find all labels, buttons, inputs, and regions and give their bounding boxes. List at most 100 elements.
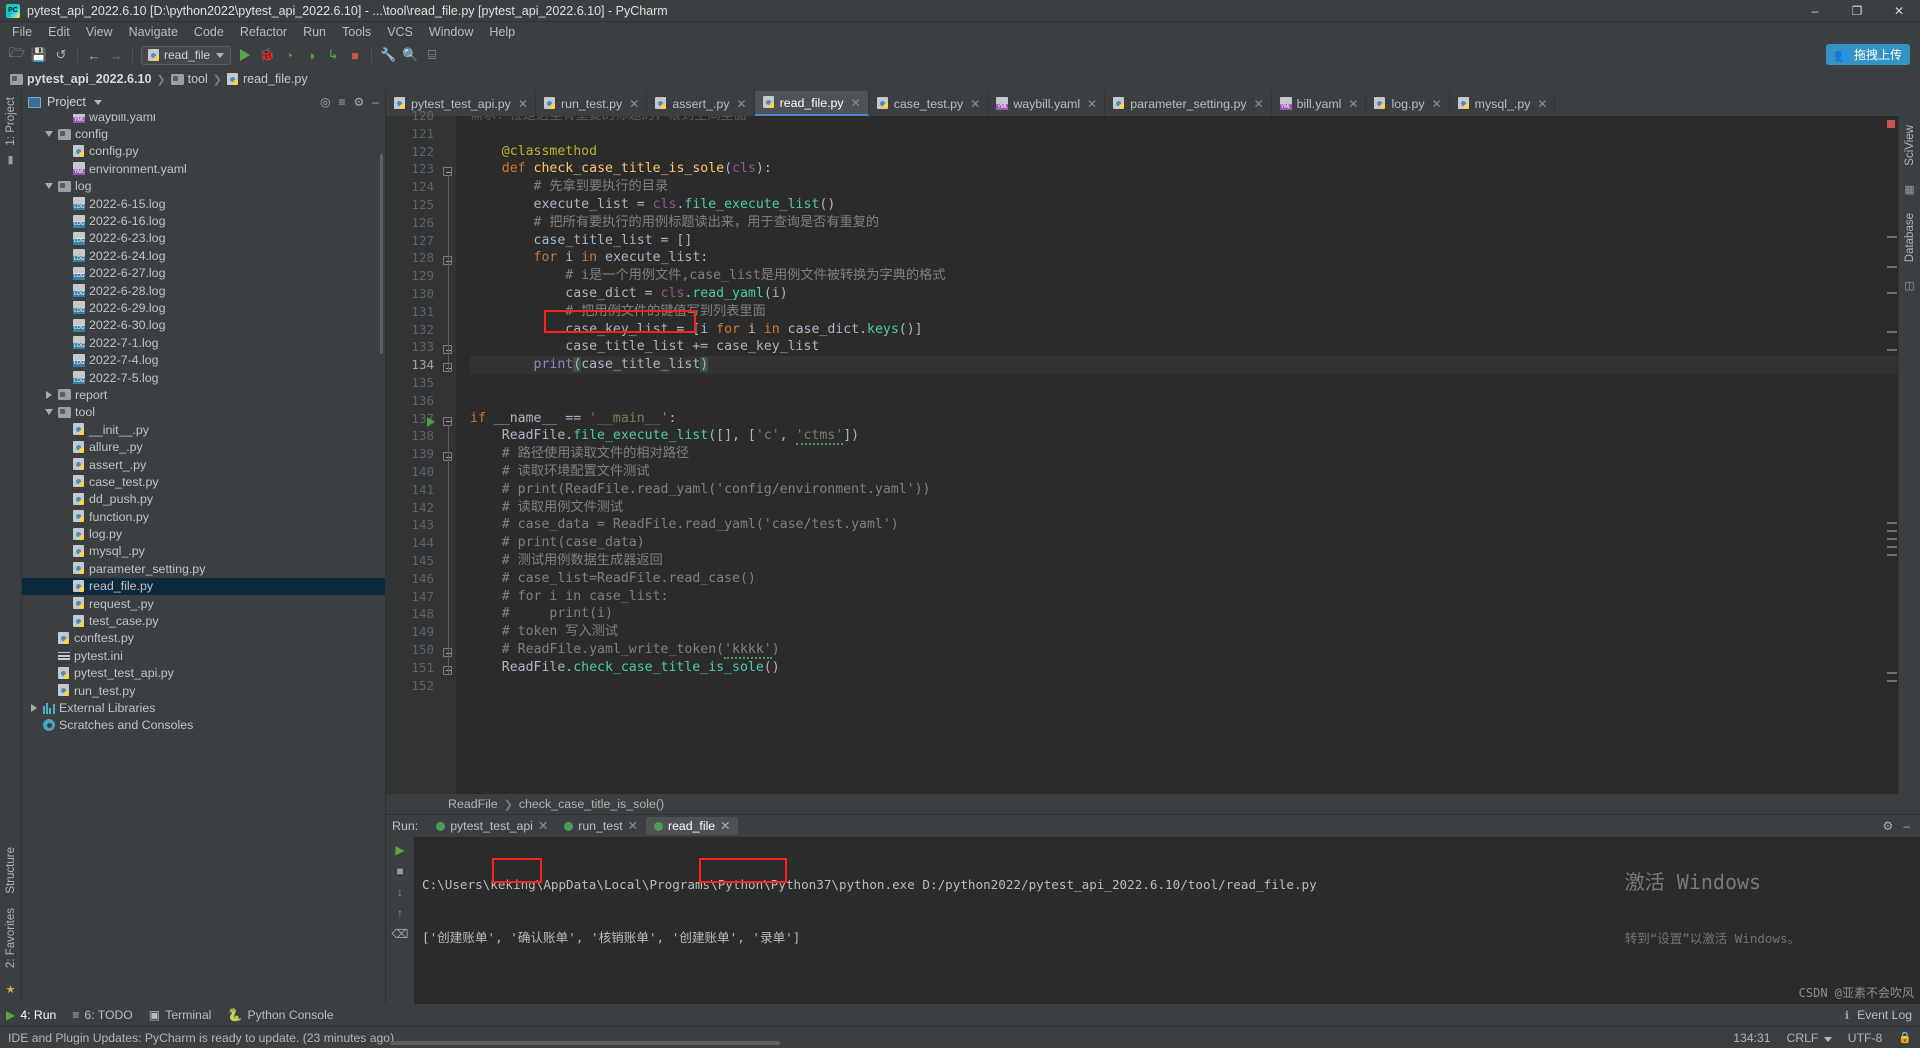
editor-tab[interactable]: assert_.py ✕ <box>647 91 755 116</box>
project-tree[interactable]: YML waybill.yaml config config.py YML environ… <box>22 114 385 1004</box>
minimize-button[interactable]: – <box>1794 0 1836 22</box>
tree-item[interactable]: LOG 2022-7-4.log <box>22 351 385 368</box>
horizontal-scrollbar[interactable] <box>330 1041 1330 1048</box>
inspection-status-badge[interactable] <box>1887 120 1895 128</box>
menu-refactor[interactable]: Refactor <box>232 24 295 40</box>
sciview-icon[interactable]: ▦ <box>1904 183 1914 196</box>
close-icon[interactable]: ✕ <box>1432 97 1442 111</box>
close-button[interactable]: ✕ <box>1878 0 1920 22</box>
close-icon[interactable]: ✕ <box>1348 97 1358 111</box>
tree-item[interactable]: run_test.py <box>22 682 385 699</box>
menu-view[interactable]: View <box>78 24 121 40</box>
tree-item[interactable]: pytest.ini <box>22 647 385 664</box>
tree-item[interactable]: LOG 2022-6-28.log <box>22 282 385 299</box>
tree-item[interactable]: dd_push.py <box>22 491 385 508</box>
run-tab-run-test[interactable]: run_test ✕ <box>556 817 646 835</box>
close-icon[interactable]: ✕ <box>629 97 639 111</box>
tree-item[interactable]: LOG 2022-7-1.log <box>22 334 385 351</box>
menu-run[interactable]: Run <box>295 24 334 40</box>
close-icon[interactable]: ✕ <box>1254 97 1264 111</box>
run-configuration-selector[interactable]: read_file <box>141 45 232 65</box>
debug-icon[interactable]: 🐞 <box>256 44 278 66</box>
collapse-all-icon[interactable]: ≡ <box>339 95 346 109</box>
file-encoding[interactable]: UTF-8 <box>1848 1031 1883 1045</box>
scroll-up-icon[interactable]: ↑ <box>397 906 403 920</box>
tree-item[interactable]: YML environment.yaml <box>22 160 385 177</box>
tree-item[interactable]: mysql_.py <box>22 543 385 560</box>
editor-crumb-class[interactable]: ReadFile <box>448 797 498 811</box>
save-icon[interactable]: 💾 <box>28 44 50 66</box>
tree-item[interactable]: YML waybill.yaml <box>22 114 385 125</box>
menu-file[interactable]: File <box>4 24 40 40</box>
rail-project-button[interactable]: 1: Project <box>5 94 17 149</box>
breadcrumb-tool[interactable]: tool <box>170 72 208 86</box>
run-line-icon[interactable] <box>427 416 435 427</box>
editor-tab[interactable]: log.py ✕ <box>1366 91 1450 116</box>
tree-item[interactable]: LOG 2022-6-23.log <box>22 230 385 247</box>
tree-item[interactable]: LOG 2022-6-15.log <box>22 195 385 212</box>
tree-item[interactable]: LOG 2022-7-5.log <box>22 369 385 386</box>
tree-item[interactable]: LOG 2022-6-29.log <box>22 299 385 316</box>
tree-item[interactable]: tool <box>22 404 385 421</box>
upload-button[interactable]: 👥 拖拽上传 <box>1826 44 1910 65</box>
breadcrumb-file[interactable]: read_file.py <box>226 72 308 86</box>
tree-item[interactable]: __init__.py <box>22 421 385 438</box>
tree-twisty[interactable] <box>43 131 54 138</box>
editor-tab[interactable]: YML waybill.yaml ✕ <box>988 91 1106 116</box>
bottom-tab-python-console[interactable]: 🐍 Python Console <box>227 1008 333 1022</box>
rail-database-button[interactable]: Database <box>1904 210 1916 265</box>
tree-item[interactable]: External Libraries <box>22 699 385 716</box>
close-icon[interactable]: ✕ <box>737 97 747 111</box>
back-icon[interactable]: ← <box>83 44 105 66</box>
code-content[interactable]: 需求：位是这里有重复的标题的，根到空间里面 @classmethod def c… <box>456 116 1898 694</box>
code-folding-column[interactable] <box>427 116 456 794</box>
editor-crumb-method[interactable]: check_case_title_is_sole() <box>519 797 664 811</box>
editor-tab[interactable]: parameter_setting.py ✕ <box>1105 91 1272 116</box>
tree-item[interactable]: LOG 2022-6-27.log <box>22 265 385 282</box>
maximize-button[interactable]: ❐ <box>1836 0 1878 22</box>
menu-edit[interactable]: Edit <box>40 24 78 40</box>
code-scroll-area[interactable]: 需求：位是这里有重复的标题的，根到空间里面 @classmethod def c… <box>456 116 1898 794</box>
tree-twisty[interactable] <box>43 390 54 399</box>
close-icon[interactable]: ✕ <box>851 96 861 110</box>
star-icon[interactable]: ★ <box>6 983 16 996</box>
database-icon[interactable]: ◫ <box>1904 279 1914 292</box>
rerun-program-icon[interactable]: ▶ <box>395 843 404 857</box>
run-console-output[interactable]: C:\Users\keking\AppData\Local\Programs\P… <box>414 837 1920 1004</box>
tree-item[interactable]: case_test.py <box>22 473 385 490</box>
rail-favorites-button[interactable]: 2: Favorites <box>5 905 17 971</box>
sync-icon[interactable]: ↺ <box>50 44 72 66</box>
tree-item[interactable]: parameter_setting.py <box>22 560 385 577</box>
tree-twisty[interactable] <box>43 183 54 190</box>
rail-sciview-button[interactable]: SciView <box>1904 122 1916 169</box>
tree-item[interactable]: conftest.py <box>22 630 385 647</box>
rail-structure-button[interactable]: Structure <box>5 844 17 897</box>
tree-item[interactable]: request_.py <box>22 595 385 612</box>
editor-marker-strip[interactable] <box>1886 116 1898 794</box>
lock-icon[interactable]: 🔒 <box>1898 1031 1912 1044</box>
close-icon[interactable]: ✕ <box>1537 97 1547 111</box>
tree-item[interactable]: report <box>22 386 385 403</box>
bottom-tab-todo[interactable]: ≡ 6: TODO <box>72 1008 132 1022</box>
event-log-label[interactable]: Event Log <box>1857 1008 1912 1022</box>
menu-tools[interactable]: Tools <box>334 24 379 40</box>
bottom-tab-run[interactable]: ▶ 4: Run <box>6 1008 56 1022</box>
hide-panel-icon[interactable]: – <box>372 95 379 109</box>
run-coverage-icon[interactable]: ◔ <box>278 44 300 66</box>
tree-twisty[interactable] <box>43 409 54 416</box>
menu-code[interactable]: Code <box>186 24 232 40</box>
menu-help[interactable]: Help <box>481 24 523 40</box>
structure-icon[interactable]: ⌸ <box>421 44 443 66</box>
run-tab-pytest-test-api[interactable]: pytest_test_api ✕ <box>428 817 556 835</box>
tree-item[interactable]: LOG 2022-6-24.log <box>22 247 385 264</box>
settings-icon[interactable]: 🔧 <box>377 44 399 66</box>
tree-item-selected[interactable]: read_file.py <box>22 577 385 595</box>
project-panel-chevron-icon[interactable] <box>93 99 102 105</box>
tree-item[interactable]: test_case.py <box>22 612 385 629</box>
caret-position[interactable]: 134:31 <box>1733 1031 1770 1045</box>
editor-tab[interactable]: run_test.py ✕ <box>535 91 648 116</box>
profile-icon[interactable]: ◑ <box>300 44 322 66</box>
tree-twisty[interactable] <box>28 703 39 712</box>
editor-tab-bar[interactable]: pytest_test_api.py ✕ run_test.py ✕ assert_.p… <box>386 90 1920 116</box>
tree-item[interactable]: log.py <box>22 525 385 542</box>
